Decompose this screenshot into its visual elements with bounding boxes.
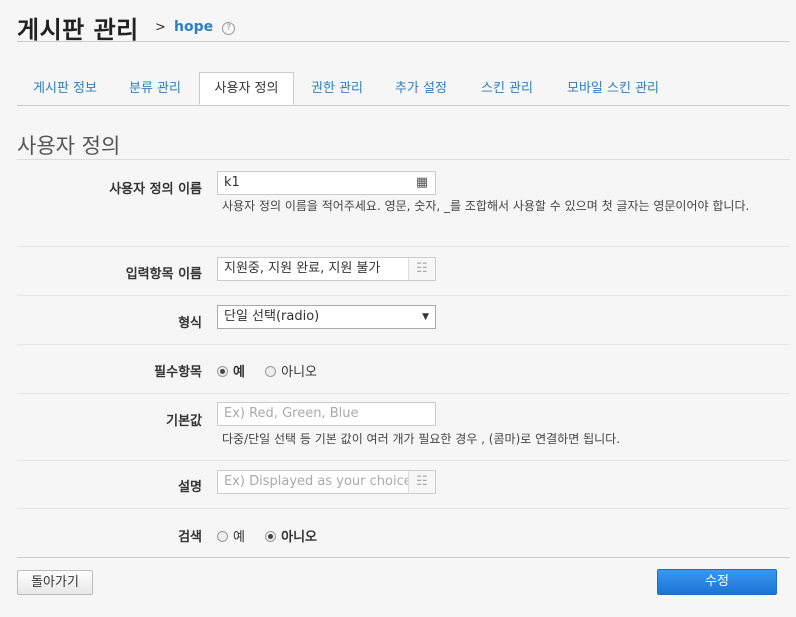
search-no-radio[interactable]: 아니오 — [265, 526, 317, 545]
item-name-input-value: 지원중, 지원 완료, 지원 불가 — [224, 261, 381, 276]
required-yes-radio[interactable]: 예 — [217, 361, 245, 380]
name-input-value: k1 — [224, 175, 240, 190]
default-label: 기본값 — [166, 414, 202, 429]
section-title: 사용자 정의 — [17, 134, 121, 158]
form-row-item-name: 입력항목 이름 지원중, 지원 완료, 지원 불가 ☷ — [17, 246, 790, 296]
tab-mobile-skin[interactable]: 모바일 스킨 관리 — [551, 72, 675, 105]
name-help-text: 사용자 정의 이름을 적어주세요. 영문, 숫자, _를 조합해서 사용할 수 … — [222, 199, 750, 213]
breadcrumb-link-hope[interactable]: hope — [174, 19, 213, 35]
help-icon[interactable]: ? — [222, 22, 236, 35]
form-row-default: 기본값 Ex) Red, Green, Blue 다중/단일 선택 등 기본 값… — [17, 393, 790, 461]
tab-board-info[interactable]: 게시판 정보 — [17, 72, 113, 105]
required-no-radio[interactable]: 아니오 — [265, 361, 317, 380]
required-radio-group: 예 아니오 — [217, 361, 333, 380]
name-label: 사용자 정의 이름 — [109, 182, 202, 197]
type-label: 형식 — [178, 316, 202, 331]
radio-unchecked-icon — [217, 531, 228, 542]
form-row-description: 설명 Ex) Displayed as your choice ☷ — [17, 460, 790, 509]
radio-checked-icon — [265, 531, 277, 542]
description-input[interactable]: Ex) Displayed as your choice ☷ — [217, 470, 436, 494]
tab-bar: 게시판 정보 분류 관리 사용자 정의 권한 관리 추가 설정 스킨 관리 모바… — [17, 72, 790, 106]
required-label: 필수항목 — [154, 365, 202, 380]
tab-permissions[interactable]: 권한 관리 — [297, 72, 377, 105]
search-yes-radio[interactable]: 예 — [217, 526, 245, 545]
radio-checked-icon — [217, 366, 228, 377]
submit-button[interactable]: 수정 — [657, 569, 777, 595]
search-label: 검색 — [178, 530, 202, 545]
back-button[interactable]: 돌아가기 — [17, 570, 93, 595]
description-label: 설명 — [178, 480, 202, 495]
breadcrumb-separator: > — [155, 20, 166, 35]
page-header: 게시판 관리 > hope ? — [17, 8, 790, 44]
item-name-input[interactable]: 지원중, 지원 완료, 지원 불가 ☷ — [217, 257, 436, 281]
tab-category[interactable]: 분류 관리 — [113, 72, 197, 105]
footer-divider — [17, 557, 790, 558]
default-help-text: 다중/단일 선택 등 기본 값이 여러 개가 필요한 경우 , (콤마)로 연결… — [222, 432, 621, 446]
type-select-value: 단일 선택(radio) — [224, 309, 320, 324]
item-name-label: 입력항목 이름 — [125, 267, 202, 282]
breadcrumb: > hope ? — [155, 19, 236, 35]
globe-icon[interactable]: ☷ — [408, 258, 435, 280]
tab-skin[interactable]: 스킨 관리 — [465, 72, 549, 105]
caret-down-icon: ▼ — [422, 312, 429, 322]
search-radio-group: 예 아니오 — [217, 526, 333, 545]
contact-card-icon[interactable]: ▦ — [409, 172, 435, 194]
page-title: 게시판 관리 — [17, 16, 139, 44]
tab-user-defined[interactable]: 사용자 정의 — [199, 72, 294, 105]
form-row-required: 필수항목 예 아니오 — [17, 344, 790, 394]
radio-unchecked-icon — [265, 366, 277, 377]
default-input-placeholder: Ex) Red, Green, Blue — [224, 406, 359, 421]
form-row-name: 사용자 정의 이름 k1 ▦ 사용자 정의 이름을 적어주세요. 영문, 숫자,… — [17, 160, 790, 247]
description-input-placeholder: Ex) Displayed as your choice — [224, 474, 412, 489]
type-select[interactable]: 단일 선택(radio) ▼ — [217, 305, 436, 329]
default-input[interactable]: Ex) Red, Green, Blue — [217, 402, 436, 426]
form-row-type: 형식 단일 선택(radio) ▼ — [17, 295, 790, 345]
globe-icon[interactable]: ☷ — [408, 471, 435, 493]
tab-extra-settings[interactable]: 추가 설정 — [379, 72, 463, 105]
form-row-search: 검색 예 아니오 — [17, 508, 790, 557]
name-input[interactable]: k1 ▦ — [217, 171, 436, 195]
